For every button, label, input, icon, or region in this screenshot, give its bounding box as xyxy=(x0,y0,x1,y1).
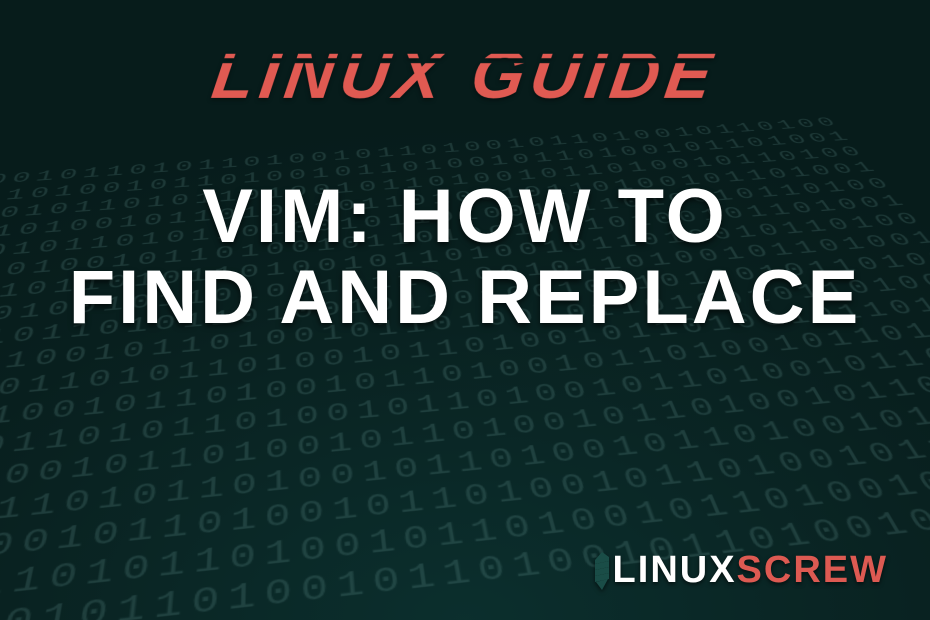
brand-word-2: SCREW xyxy=(737,549,888,591)
title-line-1: VIM: HOW TO xyxy=(69,176,862,257)
brand-word-1: LINUX xyxy=(613,549,737,591)
title-line-2: FIND AND REPLACE xyxy=(69,257,862,338)
content-area: LINUX GUIDE VIM: HOW TO FIND AND REPLACE xyxy=(0,0,930,620)
category-label: LINUX GUIDE xyxy=(207,36,722,114)
page-title: VIM: HOW TO FIND AND REPLACE xyxy=(69,176,862,339)
brand-logo: LINUXSCREW xyxy=(587,549,888,592)
brand-text: LINUXSCREW xyxy=(613,549,888,592)
